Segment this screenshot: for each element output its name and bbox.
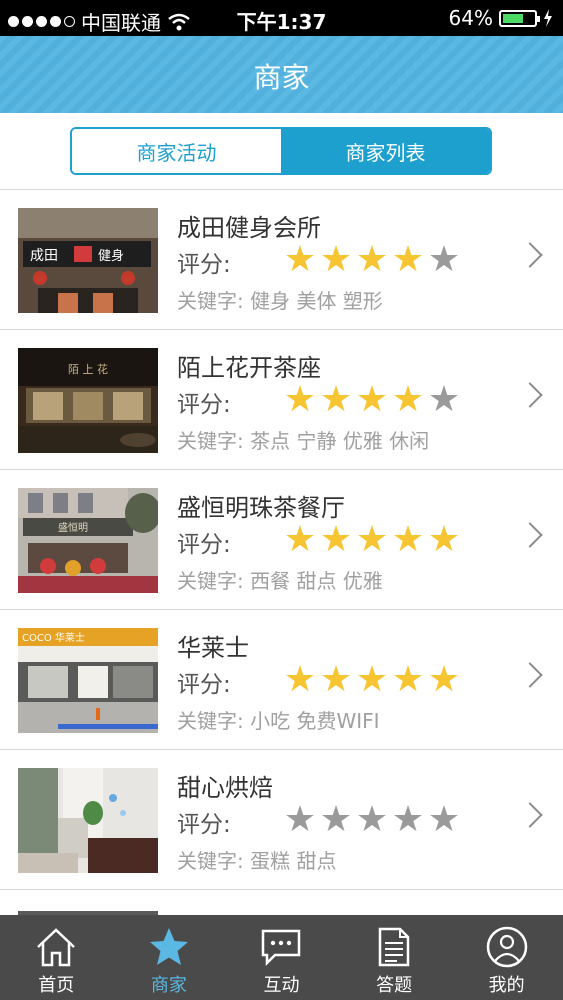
star-icon: ★: [319, 659, 353, 700]
star-icon: ★: [355, 239, 389, 280]
tab-merchant-list[interactable]: 商家列表: [281, 129, 490, 173]
star-icon: ★: [319, 239, 353, 280]
tab-label: 首页: [38, 975, 75, 996]
star-icon: ★: [391, 799, 425, 840]
merchant-list: 成田 健身 成田健身会所 评分: ★ ★ ★ ★ ★ 关键字: 健身 美体 塑形 陌 上…: [0, 190, 563, 890]
keywords: 关键字: 西餐 甜点 优雅: [177, 569, 383, 593]
star-icon: ★: [319, 799, 353, 840]
star-icon: ★: [355, 659, 389, 700]
battery-group: 64%: [449, 6, 553, 30]
star-icon: ★: [283, 379, 317, 420]
merchant-row[interactable]: 甜心烘焙 评分: ★ ★ ★ ★ ★ 关键字: 蛋糕 甜点: [0, 750, 563, 890]
star-icon: ★: [355, 799, 389, 840]
chevron-right-icon: [517, 802, 543, 828]
tab-quiz[interactable]: 答题: [338, 915, 451, 1000]
merchant-name: 盛恒明珠茶餐厅: [177, 494, 345, 522]
keywords: 关键字: 小吃 免费WIFI: [177, 709, 380, 733]
bottom-tab-bar: 首页 商家 互动 答题 我的: [0, 915, 563, 1000]
merchant-row[interactable]: 盛恒明 盛恒明珠茶餐厅 评分: ★ ★ ★ ★ ★ 关键字: 西餐 甜点 优雅: [0, 470, 563, 610]
nav-header: 商家: [0, 36, 563, 113]
segment-bar: 商家活动 商家列表: [0, 113, 563, 190]
rating-label: 评分:: [177, 532, 231, 558]
page-title: 商家: [253, 61, 310, 94]
star-icon: ★: [427, 799, 461, 840]
star-icon: ★: [427, 659, 461, 700]
star-icon: ★: [319, 379, 353, 420]
rating-label: 评分:: [177, 392, 231, 418]
tab-home[interactable]: 首页: [0, 915, 113, 1000]
star-icon: ★: [283, 799, 317, 840]
keywords: 关键字: 蛋糕 甜点: [177, 849, 337, 873]
star-icon: ★: [283, 239, 317, 280]
chevron-right-icon: [517, 242, 543, 268]
profile-icon: [486, 926, 527, 968]
tab-label: 商家: [150, 975, 187, 996]
tab-merchants[interactable]: 商家: [113, 915, 226, 1000]
star-icon: ★: [427, 239, 461, 280]
chevron-right-icon: [517, 522, 543, 548]
star-icon: ★: [355, 379, 389, 420]
merchant-photo: 盛恒明: [18, 488, 158, 593]
star-icon: ★: [283, 659, 317, 700]
merchant-name: 陌上花开茶座: [177, 354, 321, 382]
merchant-name: 华莱士: [177, 634, 249, 662]
home-icon: [37, 928, 76, 967]
merchant-photo: COCO 华莱士: [18, 628, 158, 733]
star-icon: ★: [391, 239, 425, 280]
rating-label: 评分:: [177, 252, 231, 278]
star-icon: ★: [391, 519, 425, 560]
list-item-partial: [0, 895, 563, 915]
merchant-row[interactable]: 陌 上 花 陌上花开茶座 评分: ★ ★ ★ ★ ★ 关键字: 茶点 宁静 优雅 休闲: [0, 330, 563, 470]
star-icon: ★: [319, 519, 353, 560]
tab-label: 互动: [263, 975, 300, 996]
merchant-photo: 成田 健身: [18, 208, 158, 313]
svg-text:COCO 华莱士: COCO 华莱士: [22, 631, 85, 644]
tab-label: 我的: [488, 975, 525, 996]
star-rating: ★ ★ ★ ★ ★: [282, 660, 462, 700]
status-bar: 中国联通 下午1:37 64%: [0, 0, 563, 36]
merchant-row[interactable]: 成田 健身 成田健身会所 评分: ★ ★ ★ ★ ★ 关键字: 健身 美体 塑形: [0, 190, 563, 330]
merchant-name: 甜心烘焙: [177, 774, 273, 802]
svg-text:盛恒明: 盛恒明: [58, 521, 88, 534]
star-rating: ★ ★ ★ ★ ★: [282, 520, 462, 560]
star-icon: ★: [427, 519, 461, 560]
chat-icon: [262, 929, 301, 967]
merchant-name: 成田健身会所: [177, 214, 321, 242]
star-rating: ★ ★ ★ ★ ★: [282, 800, 462, 840]
merchant-photo: 陌 上 花: [18, 348, 158, 453]
svg-text:成田: 成田: [30, 248, 58, 264]
keywords: 关键字: 健身 美体 塑形: [177, 289, 383, 313]
merchant-row[interactable]: COCO 华莱士 华莱士 评分: ★ ★ ★ ★ ★ 关键字: 小吃 免费WIFI: [0, 610, 563, 750]
svg-text:健身: 健身: [98, 248, 124, 264]
chevron-right-icon: [517, 662, 543, 688]
segmented-control: 商家活动 商家列表: [70, 127, 492, 175]
star-rating: ★ ★ ★ ★ ★: [282, 240, 462, 280]
tab-merchant-activities[interactable]: 商家活动: [72, 129, 281, 173]
tab-mine[interactable]: 我的: [450, 915, 563, 1000]
star-rating: ★ ★ ★ ★ ★: [282, 380, 462, 420]
star-icon: ★: [283, 519, 317, 560]
star-icon: ★: [427, 379, 461, 420]
tab-label: 答题: [376, 975, 413, 996]
svg-text:陌 上 花: 陌 上 花: [68, 363, 108, 376]
keywords: 关键字: 茶点 宁静 优雅 休闲: [177, 429, 430, 453]
document-icon: [378, 927, 410, 967]
star-icon: ★: [355, 519, 389, 560]
rating-label: 评分:: [177, 672, 231, 698]
merchant-photo: [18, 768, 158, 873]
star-icon: [149, 928, 188, 965]
rating-label: 评分:: [177, 812, 231, 838]
star-icon: ★: [391, 379, 425, 420]
battery-percent: 64%: [448, 6, 493, 30]
chevron-right-icon: [517, 382, 543, 408]
battery-icon: [499, 9, 540, 27]
star-icon: ★: [391, 659, 425, 700]
tab-interaction[interactable]: 互动: [225, 915, 338, 1000]
charging-icon: [544, 9, 552, 27]
